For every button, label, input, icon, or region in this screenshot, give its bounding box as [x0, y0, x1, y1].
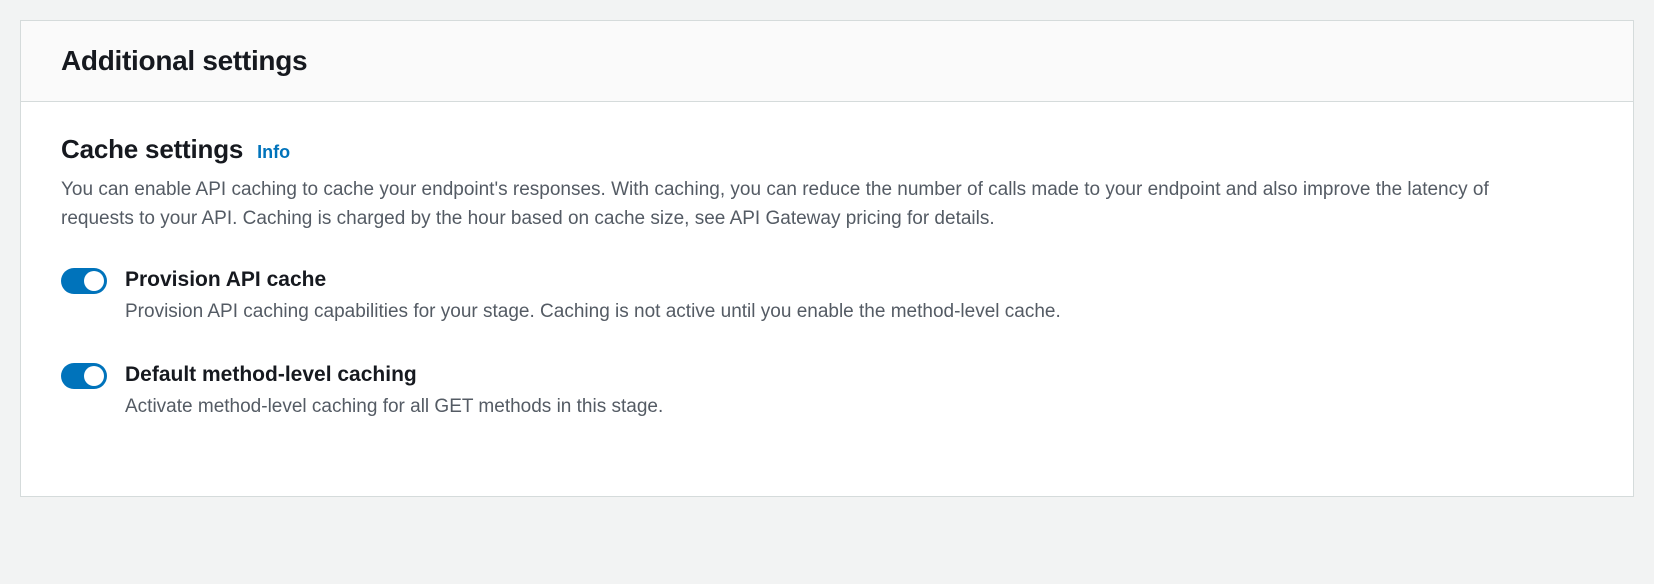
panel-title: Additional settings [61, 45, 1593, 77]
provision-api-cache-toggle[interactable] [61, 268, 107, 294]
panel-body: Cache settings Info You can enable API c… [21, 102, 1633, 496]
cache-settings-title: Cache settings [61, 134, 243, 165]
cache-settings-title-row: Cache settings Info [61, 134, 1593, 165]
method-level-caching-group: Default method-level caching Activate me… [61, 361, 1593, 422]
provision-api-cache-content: Provision API cache Provision API cachin… [125, 266, 1593, 327]
info-link[interactable]: Info [257, 142, 290, 163]
method-level-caching-label: Default method-level caching [125, 361, 1593, 389]
toggle-thumb [84, 366, 104, 386]
method-level-caching-content: Default method-level caching Activate me… [125, 361, 1593, 422]
toggle-thumb [84, 271, 104, 291]
panel-header: Additional settings [21, 21, 1633, 102]
provision-api-cache-label: Provision API cache [125, 266, 1593, 294]
provision-api-cache-hint: Provision API caching capabilities for y… [125, 298, 1593, 327]
method-level-caching-toggle[interactable] [61, 363, 107, 389]
cache-settings-description: You can enable API caching to cache your… [61, 175, 1511, 234]
additional-settings-panel: Additional settings Cache settings Info … [20, 20, 1634, 497]
method-level-caching-hint: Activate method-level caching for all GE… [125, 393, 1593, 422]
provision-api-cache-group: Provision API cache Provision API cachin… [61, 266, 1593, 327]
